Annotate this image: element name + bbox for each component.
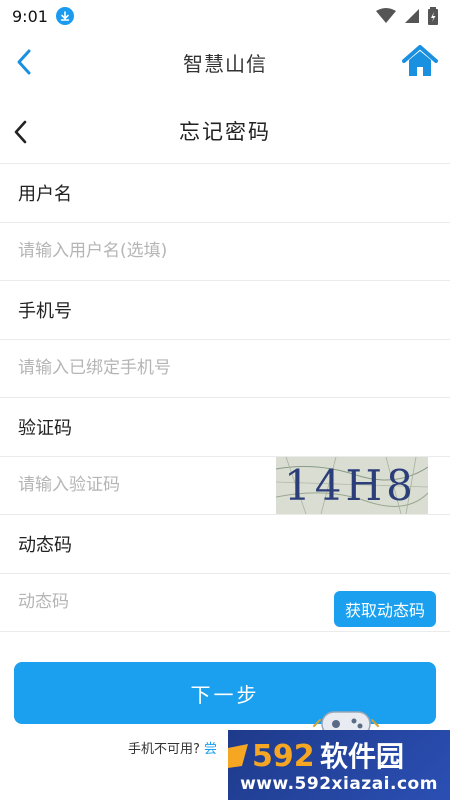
captcha-text: 14H8 (284, 460, 417, 510)
app-title: 智慧山信 (183, 51, 267, 76)
status-icons (376, 7, 438, 25)
captcha-row: 14H8 (0, 455, 450, 515)
dynamic-code-row: 获取动态码 (0, 572, 450, 632)
username-input[interactable] (18, 241, 258, 262)
app-back-icon[interactable] (14, 48, 36, 76)
dynamic-code-input[interactable] (18, 592, 258, 613)
page-title: 忘记密码 (179, 120, 271, 144)
username-label: 用户名 (0, 163, 450, 222)
phone-input[interactable] (18, 358, 258, 379)
captcha-label: 验证码 (0, 397, 450, 456)
captcha-image[interactable]: 14H8 (276, 456, 428, 514)
get-dynamic-code-button[interactable]: 获取动态码 (334, 590, 436, 627)
page-header: 忘记密码 (0, 100, 450, 162)
home-icon[interactable] (402, 44, 438, 78)
page-back-icon[interactable] (12, 119, 30, 145)
watermark-url: www.592xiazai.com (240, 774, 438, 794)
username-row (0, 221, 450, 281)
battery-icon (428, 7, 438, 25)
download-notification-icon (55, 7, 74, 25)
forgot-password-form: 用户名 手机号 验证码 14H8 动态码 获取动态码 (0, 163, 450, 632)
svg-text:软件园: 软件园 (320, 740, 404, 773)
captcha-input[interactable] (18, 475, 258, 496)
try-other-link[interactable]: 尝 (204, 742, 217, 757)
phone-row (0, 338, 450, 398)
dynamic-code-label: 动态码 (0, 514, 450, 573)
status-bar: 9:01 (0, 0, 450, 32)
phone-label: 手机号 (0, 280, 450, 339)
wifi-icon (376, 8, 396, 23)
app-bar: 智慧山信 (0, 32, 450, 92)
bottom-hint: 手机不可用? 尝 (128, 738, 217, 757)
status-time: 9:01 (12, 6, 48, 26)
signal-icon (405, 9, 419, 23)
phone-unavailable-text: 手机不可用? (128, 742, 200, 757)
svg-text:592: 592 (252, 739, 315, 774)
site-watermark: 592 软件园 www.592xiazai.com (228, 730, 450, 800)
form-divider (0, 631, 450, 632)
watermark-logo: 592 软件园 (228, 739, 404, 774)
